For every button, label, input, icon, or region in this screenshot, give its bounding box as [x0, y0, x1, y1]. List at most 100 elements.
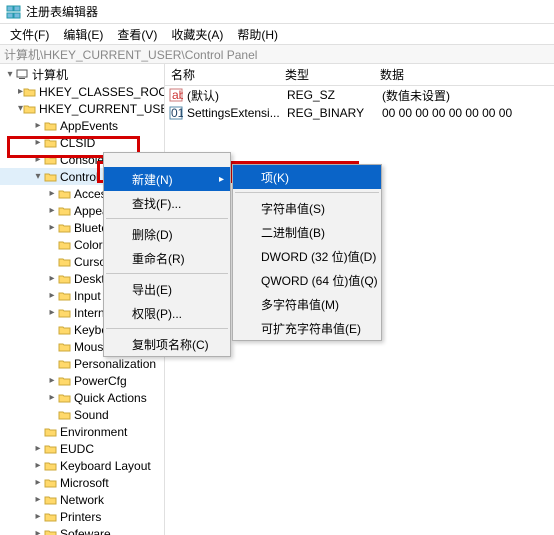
ctx-label: 导出(E) — [132, 281, 172, 298]
twist-icon[interactable]: ▾ — [4, 69, 16, 80]
folder-icon — [44, 528, 58, 535]
col-data[interactable]: 数据 — [380, 66, 554, 83]
tree-sofeware[interactable]: ▸Sofeware — [0, 525, 164, 535]
folder-icon — [44, 120, 58, 132]
folder-icon — [58, 273, 72, 285]
tree-clsid[interactable]: ▸CLSID — [0, 134, 164, 151]
menu-favorites[interactable]: 收藏夹(A) — [165, 24, 229, 45]
tree-label: 计算机 — [32, 66, 68, 83]
twist-icon[interactable]: ▸ — [32, 511, 44, 522]
tree-root[interactable]: ▾ 计算机 — [0, 66, 164, 83]
tree-environment[interactable]: Environment — [0, 423, 164, 440]
menu-file[interactable]: 文件(F) — [4, 24, 55, 45]
tree-appevents[interactable]: ▸AppEvents — [0, 117, 164, 134]
ctx-expandstring[interactable]: 可扩充字符串值(E) — [233, 316, 381, 340]
tree-printers[interactable]: ▸Printers — [0, 508, 164, 525]
pathbar[interactable]: 计算机\HKEY_CURRENT_USER\Control Panel — [0, 44, 554, 64]
tree-microsoft[interactable]: ▸ Microsoft — [0, 474, 164, 491]
separator — [106, 218, 228, 219]
ctx-label: 可扩充字符串值(E) — [261, 320, 361, 337]
ctx-multistring[interactable]: 多字符串值(M) — [233, 292, 381, 316]
ctx-delete[interactable]: 删除(D) — [104, 222, 230, 246]
folder-icon — [44, 511, 58, 523]
col-name[interactable]: 名称 — [165, 66, 285, 83]
columns-header: 名称 类型 数据 — [165, 64, 554, 86]
menu-edit[interactable]: 编辑(E) — [57, 24, 109, 45]
ctx-label: 查找(F)... — [132, 195, 181, 212]
tree-label: Console — [60, 153, 104, 167]
ctx-label: 新建(N) — [132, 171, 173, 188]
twist-icon[interactable]: ▸ — [46, 205, 58, 216]
ctx-key[interactable]: 项(K) — [233, 165, 381, 189]
ctx-qword[interactable]: QWORD (64 位)值(Q) — [233, 268, 381, 292]
tree-label: Environment — [60, 425, 127, 439]
folder-icon — [58, 205, 72, 217]
twist-icon[interactable]: ▸ — [46, 188, 58, 199]
twist-icon[interactable]: ▸ — [46, 222, 58, 233]
twist-icon[interactable]: ▸ — [32, 154, 44, 165]
value-row[interactable]: ab (默认) REG_SZ (数值未设置) — [165, 86, 554, 104]
twist-icon[interactable]: ▸ — [32, 477, 44, 488]
value-name: (默认) — [187, 87, 287, 104]
folder-icon — [23, 86, 37, 98]
binary-value-icon: 011 — [169, 106, 185, 120]
twist-icon[interactable]: ▸ — [46, 290, 58, 301]
folder-icon — [58, 358, 72, 370]
string-value-icon: ab — [169, 88, 185, 102]
twist-icon[interactable]: ▸ — [32, 443, 44, 454]
ctx-label: 字符串值(S) — [261, 200, 325, 217]
tree-sound[interactable]: Sound — [0, 406, 164, 423]
tree-powercfg[interactable]: ▸PowerCfg — [0, 372, 164, 389]
context-menu: 新建(N)▸ 查找(F)... 删除(D) 重命名(R) 导出(E) 权限(P)… — [103, 152, 231, 357]
ctx-dword[interactable]: DWORD (32 位)值(D) — [233, 244, 381, 268]
folder-icon — [58, 341, 72, 353]
ctx-label: 项(K) — [261, 169, 289, 186]
ctx-rename[interactable]: 重命名(R) — [104, 246, 230, 270]
twist-icon[interactable]: ▸ — [46, 392, 58, 403]
folder-icon — [44, 426, 58, 438]
tree-label: Microsoft — [60, 476, 109, 490]
folder-icon — [58, 222, 72, 234]
ctx-export[interactable]: 导出(E) — [104, 277, 230, 301]
folder-icon — [58, 409, 72, 421]
svg-text:011: 011 — [171, 106, 183, 120]
tree-label: EUDC — [60, 442, 94, 456]
ctx-permissions[interactable]: 权限(P)... — [104, 301, 230, 325]
separator — [235, 192, 379, 193]
folder-icon — [44, 443, 58, 455]
twist-icon[interactable]: ▾ — [32, 171, 44, 182]
folder-icon — [58, 375, 72, 387]
folder-icon — [58, 324, 72, 336]
ctx-find[interactable]: 查找(F)... — [104, 191, 230, 215]
twist-icon[interactable]: ▸ — [32, 494, 44, 505]
ctx-new[interactable]: 新建(N)▸ — [104, 167, 230, 191]
value-row[interactable]: 011 SettingsExtensi... REG_BINARY 00 00 … — [165, 104, 554, 122]
folder-icon — [58, 256, 72, 268]
twist-icon[interactable]: ▸ — [32, 528, 44, 535]
tree-hkcr[interactable]: ▸HKEY_CLASSES_ROOT — [0, 83, 164, 100]
menu-help[interactable]: 帮助(H) — [231, 24, 284, 45]
tree-personalization[interactable]: Personalization — [0, 355, 164, 372]
twist-icon[interactable]: ▸ — [46, 307, 58, 318]
folder-icon — [44, 171, 58, 183]
twist-icon[interactable]: ▸ — [46, 273, 58, 284]
tree-eudc[interactable]: ▸ EUDC — [0, 440, 164, 457]
tree-keyboardlayout[interactable]: ▸Keyboard Layout — [0, 457, 164, 474]
twist-icon[interactable]: ▸ — [32, 460, 44, 471]
twist-icon[interactable]: ▸ — [32, 120, 44, 131]
tree-label: HKEY_CURRENT_USER — [39, 102, 165, 116]
twist-icon[interactable]: ▸ — [46, 375, 58, 386]
tree-label: Personalization — [74, 357, 156, 371]
tree-hkcu[interactable]: ▾HKEY_CURRENT_USER — [0, 100, 164, 117]
tree-network[interactable]: ▸Network — [0, 491, 164, 508]
separator — [106, 273, 228, 274]
ctx-string[interactable]: 字符串值(S) — [233, 196, 381, 220]
tree-label: Quick Actions — [74, 391, 147, 405]
menu-view[interactable]: 查看(V) — [111, 24, 163, 45]
col-type[interactable]: 类型 — [285, 66, 380, 83]
tree-label: HKEY_CLASSES_ROOT — [39, 85, 165, 99]
tree-quickactions[interactable]: ▸ Quick Actions — [0, 389, 164, 406]
ctx-binary[interactable]: 二进制值(B) — [233, 220, 381, 244]
ctx-copykeyname[interactable]: 复制项名称(C) — [104, 332, 230, 356]
twist-icon[interactable]: ▸ — [32, 137, 44, 148]
